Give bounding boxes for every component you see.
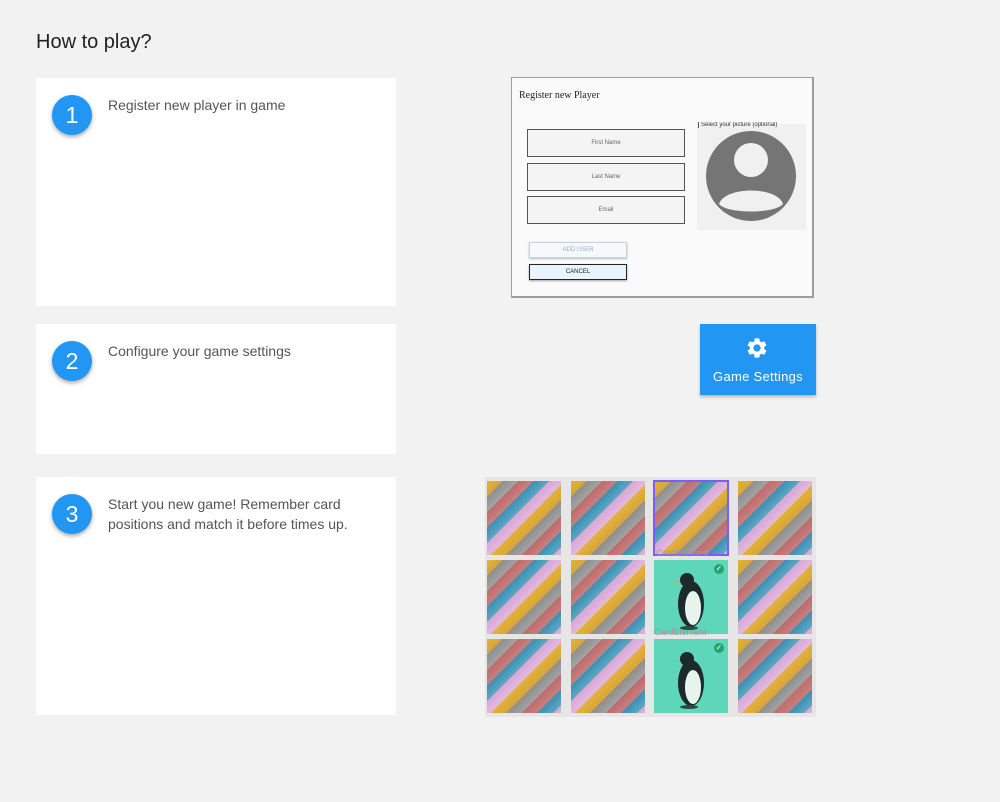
game-settings-button[interactable]: Game Settings xyxy=(700,324,816,395)
step-description: Start you new game! Remember card positi… xyxy=(108,496,348,532)
first-name-field: First Name xyxy=(527,129,685,157)
step-card-register: 1 Register new player in game xyxy=(36,78,396,306)
card-element-caption: CardElement xyxy=(654,627,707,637)
memory-card-grid-preview: ✓ ✓ CardElement CardElement xyxy=(485,477,816,717)
page-title: How to play? xyxy=(36,31,152,53)
memory-card[interactable] xyxy=(487,560,561,634)
memory-card[interactable] xyxy=(738,639,812,713)
step-description: Register new player in game xyxy=(108,97,286,113)
avatar-picker xyxy=(697,124,806,230)
memory-card[interactable] xyxy=(738,481,812,555)
step-card-game: 3 Start you new game! Remember card posi… xyxy=(36,477,396,715)
register-player-preview: Register new Player First Name Last Name… xyxy=(511,77,814,298)
matched-check-icon: ✓ xyxy=(714,564,724,574)
memory-card[interactable] xyxy=(571,639,645,713)
account-circle-icon xyxy=(706,131,796,221)
cancel-button: CANCEL xyxy=(529,264,627,280)
add-user-button: ADD USER xyxy=(529,242,627,258)
card-element-caption: CardElement xyxy=(656,548,709,558)
memory-card[interactable] xyxy=(653,480,729,556)
step-number-badge: 3 xyxy=(52,494,92,534)
last-name-field: Last Name xyxy=(527,163,685,191)
email-field: Email xyxy=(527,196,685,224)
memory-card[interactable] xyxy=(738,560,812,634)
memory-card[interactable] xyxy=(571,560,645,634)
avatar-picker-label: Select your picture (optional) xyxy=(698,122,809,128)
game-settings-label: Game Settings xyxy=(713,369,803,384)
step-number-badge: 2 xyxy=(52,341,92,381)
matched-check-icon: ✓ xyxy=(714,643,724,653)
register-dialog-title: Register new Player xyxy=(519,90,600,101)
memory-card-revealed[interactable]: ✓ xyxy=(654,639,728,713)
step-card-settings: 2 Configure your game settings xyxy=(36,324,396,454)
step-description: Configure your game settings xyxy=(108,343,291,359)
memory-card[interactable] xyxy=(487,639,561,713)
memory-card[interactable] xyxy=(571,481,645,555)
gear-icon xyxy=(747,338,767,358)
memory-card-revealed[interactable]: ✓ xyxy=(654,560,728,634)
memory-card[interactable] xyxy=(487,481,561,555)
step-number-badge: 1 xyxy=(52,95,92,135)
